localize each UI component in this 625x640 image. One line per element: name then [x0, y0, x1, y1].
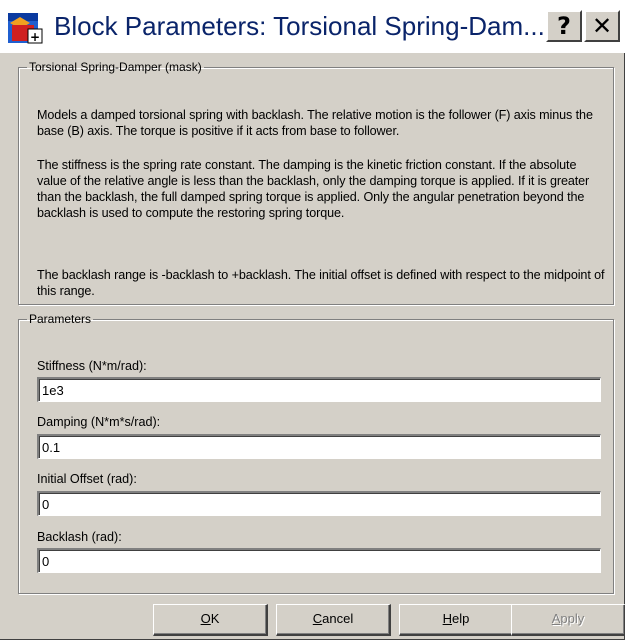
initial-offset-field[interactable]: 0 [37, 491, 601, 516]
ok-accel: O [200, 611, 211, 626]
svg-text:+: + [30, 30, 40, 44]
initial-offset-label: Initial Offset (rad): [37, 472, 137, 486]
apply-button[interactable]: Apply [511, 604, 625, 636]
ok-label: K [210, 611, 220, 626]
description-group: Torsional Spring-Damper (mask) Models a … [18, 60, 614, 305]
description-paragraph: The stiffness is the spring rate constan… [37, 158, 590, 220]
description-paragraph: The backlash range is -backlash to +back… [37, 268, 605, 298]
backlash-label: Backlash (rad): [37, 530, 122, 544]
help-button[interactable]: Help [399, 604, 514, 636]
window-title: Block Parameters: Torsional Spring-Dam..… [54, 11, 545, 41]
title-bar[interactable]: + Block Parameters: Torsional Spring-Dam… [0, 0, 625, 53]
parameters-legend: Parameters [29, 312, 92, 326]
cancel-label: ancel [322, 611, 354, 626]
cancel-button[interactable]: Cancel [276, 604, 391, 636]
damping-label: Damping (N*m*s/rad): [37, 415, 161, 429]
stiffness-field[interactable]: 1e3 [37, 377, 601, 402]
help-accel: H [442, 611, 453, 626]
stiffness-label: Stiffness (N*m/rad): [37, 359, 147, 373]
simulink-block-icon: + [8, 13, 43, 44]
help-label: elp [452, 611, 470, 626]
description-legend: Torsional Spring-Damper (mask) [29, 60, 202, 74]
apply-label: pply [560, 611, 585, 626]
backlash-field[interactable]: 0 [37, 548, 601, 573]
damping-field[interactable]: 0.1 [37, 434, 601, 459]
parameters-group: Parameters Stiffness (N*m/rad): 1e3 Damp… [18, 312, 614, 594]
description-paragraph: Models a damped torsional spring with ba… [37, 108, 593, 138]
block-parameters-dialog: + Block Parameters: Torsional Spring-Dam… [0, 0, 625, 640]
ok-button[interactable]: OK [153, 604, 268, 636]
cancel-accel: C [312, 611, 323, 626]
close-icon[interactable]: ✕ [584, 10, 620, 42]
help-icon[interactable]: ? [546, 10, 582, 42]
